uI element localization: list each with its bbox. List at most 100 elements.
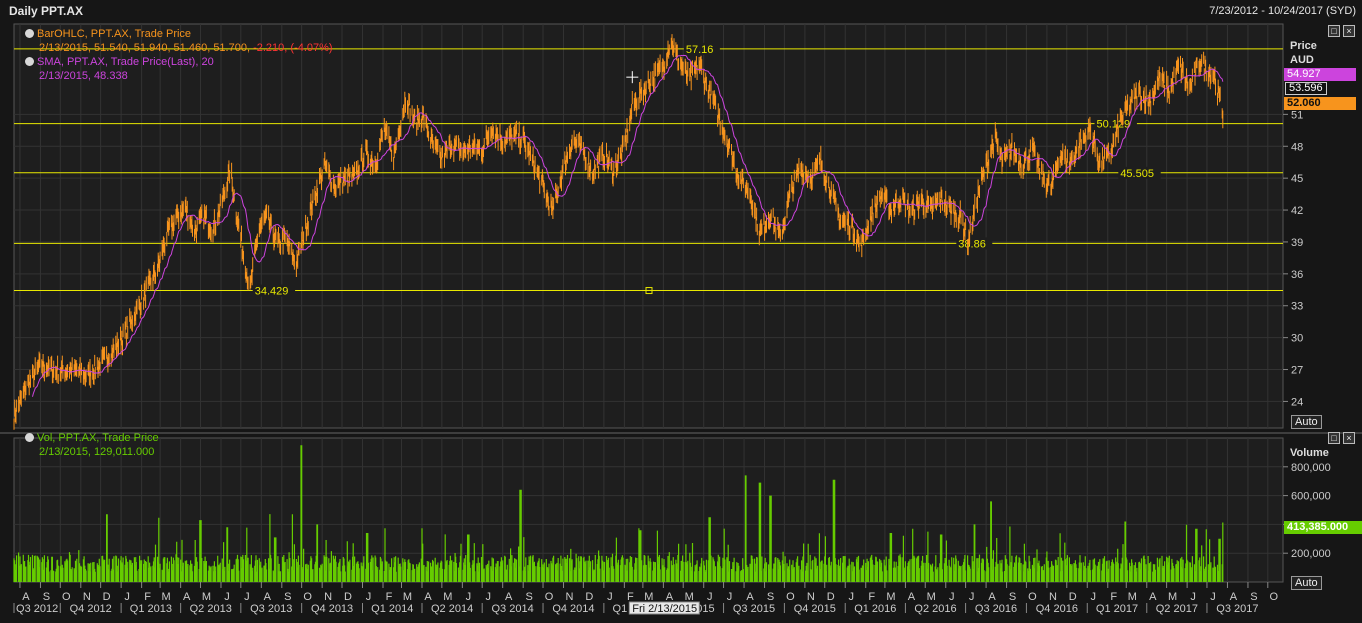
horizontal-line-label: 57.16 bbox=[686, 44, 714, 56]
date-range: 7/23/2012 - 10/24/2017 (SYD) bbox=[1209, 5, 1356, 17]
price-tick-label: 33 bbox=[1291, 301, 1303, 313]
close-pane-icon[interactable]: × bbox=[1343, 432, 1355, 444]
x-month-label: J bbox=[1190, 591, 1196, 603]
price-last-badge: 52.060 bbox=[1284, 97, 1356, 110]
sma-legend-values: 2/13/2015, 48.338 bbox=[39, 70, 128, 82]
volume-auto-scale-button[interactable]: Auto bbox=[1291, 576, 1322, 590]
price-axis-unit: AUD bbox=[1290, 54, 1314, 66]
x-month-label: A bbox=[424, 591, 432, 603]
chart-canvas[interactable]: ASONDJFMAMJJASONDJFMAMJJASONDJFMAMJJASON… bbox=[0, 22, 1362, 623]
x-month-label: A bbox=[1230, 591, 1238, 603]
x-quarter-label: Q2 2013 bbox=[190, 603, 232, 615]
price-legend: BarOHLC, PPT.AX, Trade Price 2/13/2015, … bbox=[25, 27, 333, 83]
x-month-label: N bbox=[83, 591, 91, 603]
volume-axis-title: Volume bbox=[1290, 447, 1329, 459]
x-month-label: M bbox=[1128, 591, 1137, 603]
x-month-label: O bbox=[545, 591, 554, 603]
x-month-label: O bbox=[303, 591, 312, 603]
volume-tick-label: 600,000 bbox=[1291, 491, 1331, 503]
x-month-label: M bbox=[403, 591, 412, 603]
volume-legend: Vol, PPT.AX, Trade Price 2/13/2015, 129,… bbox=[25, 431, 159, 459]
volume-last-badge: 413,385.000 bbox=[1284, 521, 1362, 534]
price-tick-label: 36 bbox=[1291, 269, 1303, 281]
x-month-label: N bbox=[807, 591, 815, 603]
x-quarter-label: Q2 2014 bbox=[431, 603, 473, 615]
x-month-label: O bbox=[62, 591, 71, 603]
price-tick-label: 24 bbox=[1291, 396, 1303, 408]
price-auto-scale-button[interactable]: Auto bbox=[1291, 415, 1322, 429]
x-month-label: O bbox=[1270, 591, 1279, 603]
x-month-label: D bbox=[1069, 591, 1077, 603]
x-month-label: F bbox=[386, 591, 393, 603]
x-month-label: F bbox=[144, 591, 151, 603]
x-quarter-label: Q4 2013 bbox=[311, 603, 353, 615]
x-month-label: D bbox=[585, 591, 593, 603]
x-month-label: F bbox=[627, 591, 634, 603]
title-bar: Daily PPT.AX 7/23/2012 - 10/24/2017 (SYD… bbox=[0, 0, 1362, 22]
x-month-label: D bbox=[827, 591, 835, 603]
x-month-label: J bbox=[607, 591, 613, 603]
x-month-label: J bbox=[244, 591, 250, 603]
x-month-label: F bbox=[868, 591, 875, 603]
x-month-label: A bbox=[1149, 591, 1157, 603]
x-quarter-label: Q3 2015 bbox=[733, 603, 775, 615]
x-month-label: J bbox=[366, 591, 372, 603]
x-month-label: S bbox=[1009, 591, 1016, 603]
x-quarter-label: Q3 2014 bbox=[492, 603, 534, 615]
x-month-label: M bbox=[685, 591, 694, 603]
price-tick-label: 45 bbox=[1291, 173, 1303, 185]
x-month-label: M bbox=[1168, 591, 1177, 603]
sma-last-badge: 54.927 bbox=[1284, 68, 1356, 81]
x-month-label: J bbox=[969, 591, 975, 603]
x-month-label: M bbox=[202, 591, 211, 603]
clock-icon[interactable] bbox=[25, 57, 34, 66]
x-quarter-label: Q4 2016 bbox=[1036, 603, 1078, 615]
close-pane-icon[interactable]: × bbox=[1343, 25, 1355, 37]
x-month-label: J bbox=[848, 591, 854, 603]
x-month-label: M bbox=[443, 591, 452, 603]
ohlc-legend-change: -2.210, (-4.07%) bbox=[253, 42, 333, 54]
x-month-label: J bbox=[707, 591, 713, 603]
maximize-pane-icon[interactable]: □ bbox=[1328, 432, 1340, 444]
x-quarter-label: Q3 2012 bbox=[16, 603, 58, 615]
window-title: Daily PPT.AX bbox=[9, 4, 84, 18]
sma-legend-period: 20 bbox=[201, 56, 214, 68]
price-tick-label: 27 bbox=[1291, 365, 1303, 377]
x-month-label: S bbox=[43, 591, 50, 603]
x-month-label: O bbox=[786, 591, 795, 603]
x-month-label: A bbox=[22, 591, 30, 603]
x-month-label: J bbox=[1091, 591, 1097, 603]
x-quarter-label: Q3 2013 bbox=[250, 603, 292, 615]
price-tick-label: 51 bbox=[1291, 109, 1303, 121]
clock-icon[interactable] bbox=[25, 433, 34, 442]
x-quarter-label: Q2 2016 bbox=[914, 603, 956, 615]
x-month-label: N bbox=[566, 591, 574, 603]
volume-tick-label: 800,000 bbox=[1291, 462, 1331, 474]
x-month-label: J bbox=[124, 591, 130, 603]
horizontal-line-label: 45.505 bbox=[1120, 168, 1154, 180]
x-month-label: N bbox=[1049, 591, 1057, 603]
x-month-label: O bbox=[1028, 591, 1037, 603]
price-tick-label: 30 bbox=[1291, 333, 1303, 345]
sma-legend-title: SMA, PPT.AX, Trade Price(Last), bbox=[37, 56, 199, 68]
ohlc-legend-title: BarOHLC, PPT.AX, Trade Price bbox=[37, 28, 192, 40]
x-quarter-label: Q1 2016 bbox=[854, 603, 896, 615]
volume-legend-values: 2/13/2015, 129,011.000 bbox=[39, 446, 155, 458]
horizontal-line-label: 50.129 bbox=[1097, 119, 1131, 131]
x-quarter-label: Q3 2017 bbox=[1216, 603, 1258, 615]
price-tick-label: 48 bbox=[1291, 141, 1303, 153]
price-axis-title: Price bbox=[1290, 40, 1317, 52]
volume-tick-label: 200,000 bbox=[1291, 548, 1331, 560]
horizontal-line-label: 38.86 bbox=[958, 238, 986, 250]
x-month-label: M bbox=[886, 591, 895, 603]
x-quarter-label: Q2 2017 bbox=[1156, 603, 1198, 615]
x-month-label: A bbox=[746, 591, 754, 603]
crosshair-value-badge: 53.596 bbox=[1285, 82, 1327, 95]
x-month-label: M bbox=[644, 591, 653, 603]
x-month-label: J bbox=[485, 591, 491, 603]
clock-icon[interactable] bbox=[25, 29, 34, 38]
maximize-pane-icon[interactable]: □ bbox=[1328, 25, 1340, 37]
x-month-label: A bbox=[666, 591, 674, 603]
x-month-label: J bbox=[224, 591, 230, 603]
x-month-label: J bbox=[727, 591, 733, 603]
